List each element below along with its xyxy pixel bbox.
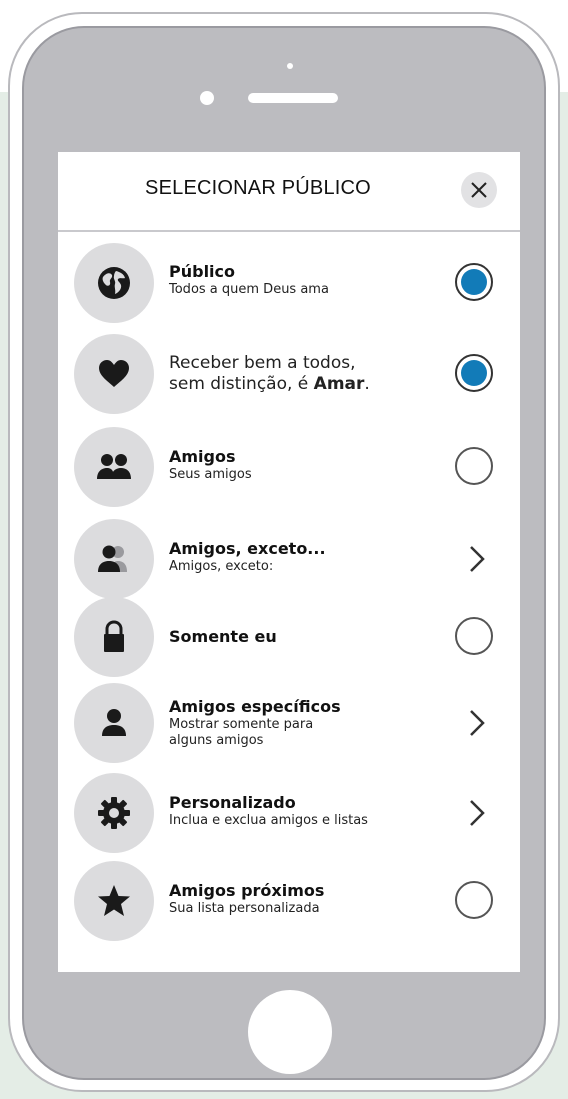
heart-icon: [99, 360, 129, 387]
option-subtitle: Inclua e exclua amigos e listas: [169, 813, 368, 828]
gear-icon: [98, 797, 130, 829]
option-texts: Personalizado Inclua e exclua amigos e l…: [169, 793, 439, 829]
header: SELECIONAR PÚBLICO: [58, 152, 520, 232]
option-texts: Amigos específicos Mostrar somente para …: [169, 697, 439, 749]
option-icon-circle: [74, 334, 154, 414]
option-title: Amigos específicos: [169, 697, 341, 716]
audience-selector-screen: SELECIONAR PÚBLICO Público Todos a quem …: [58, 152, 520, 972]
option-receber-bem[interactable]: Receber bem a todos, sem distinção, é Am…: [58, 333, 520, 417]
option-line-2: sem distinção, é Amar.: [169, 374, 439, 395]
option-icon-circle: [74, 861, 154, 941]
radio-selected[interactable]: [455, 263, 493, 301]
option-icon-circle: [74, 519, 154, 599]
camera-dot: [287, 63, 293, 69]
globe-icon: [98, 267, 130, 299]
option-texts: Público Todos a quem Deus ama: [169, 262, 439, 298]
option-title: Personalizado: [169, 793, 296, 812]
option-title: Amigos: [169, 447, 236, 466]
lock-icon: [104, 620, 124, 652]
option-texts: Somente eu: [169, 627, 439, 647]
option-subtitle: Todos a quem Deus ama: [169, 282, 329, 297]
option-publico[interactable]: Público Todos a quem Deus ama: [58, 242, 520, 326]
option-icon-circle: [74, 773, 154, 853]
option-title: Somente eu: [169, 627, 277, 646]
radio-dot: [461, 269, 487, 295]
option-subtitle-line-1: Mostrar somente para: [169, 717, 314, 732]
option-subtitle-line-2: alguns amigos: [169, 733, 264, 748]
star-icon: [98, 885, 130, 916]
option-line-1: Receber bem a todos,: [169, 353, 356, 373]
friends-icon: [97, 454, 131, 479]
option-amigos-exceto[interactable]: Amigos, exceto... Amigos, exceto:: [58, 518, 520, 602]
option-icon-circle: [74, 683, 154, 763]
close-icon: [471, 182, 487, 198]
option-title: Amigos próximos: [169, 881, 325, 900]
radio-dot: [461, 360, 487, 386]
option-amigos[interactable]: Amigos Seus amigos: [58, 426, 520, 510]
speaker-grille: [248, 93, 338, 103]
option-title: Amigos, exceto...: [169, 539, 326, 558]
option-texts: Amigos Seus amigos: [169, 447, 439, 483]
option-line-2-prefix: sem distinção, é: [169, 374, 314, 394]
option-texts: Receber bem a todos, sem distinção, é Am…: [169, 353, 439, 395]
option-line-2-bold: Amar: [313, 374, 365, 394]
sensor-dot: [200, 91, 214, 105]
radio-unselected[interactable]: [455, 447, 493, 485]
close-button[interactable]: [461, 172, 497, 208]
radio-selected[interactable]: [455, 354, 493, 392]
page-title: SELECIONAR PÚBLICO: [145, 177, 371, 199]
option-subtitle: Seus amigos: [169, 467, 252, 482]
option-texts: Amigos próximos Sua lista personalizada: [169, 881, 439, 917]
option-icon-circle: [74, 597, 154, 677]
chevron-right-icon[interactable]: [467, 708, 487, 738]
option-subtitle: Amigos, exceto:: [169, 559, 274, 574]
option-somente-eu[interactable]: Somente eu: [58, 596, 520, 680]
radio-unselected[interactable]: [455, 617, 493, 655]
option-subtitle: Sua lista personalizada: [169, 901, 320, 916]
person-icon: [102, 709, 126, 736]
option-icon-circle: [74, 427, 154, 507]
chevron-right-icon[interactable]: [467, 544, 487, 574]
option-personalizado[interactable]: Personalizado Inclua e exclua amigos e l…: [58, 772, 520, 856]
option-line-2-suffix: .: [364, 374, 370, 394]
friends-except-icon: [98, 545, 127, 572]
option-amigos-especificos[interactable]: Amigos específicos Mostrar somente para …: [58, 682, 520, 766]
radio-unselected[interactable]: [455, 881, 493, 919]
option-title: Público: [169, 262, 236, 281]
option-amigos-proximos[interactable]: Amigos próximos Sua lista personalizada: [58, 860, 520, 944]
chevron-right-icon[interactable]: [467, 798, 487, 828]
option-texts: Amigos, exceto... Amigos, exceto:: [169, 539, 439, 575]
home-button[interactable]: [248, 990, 332, 1074]
option-icon-circle: [74, 243, 154, 323]
